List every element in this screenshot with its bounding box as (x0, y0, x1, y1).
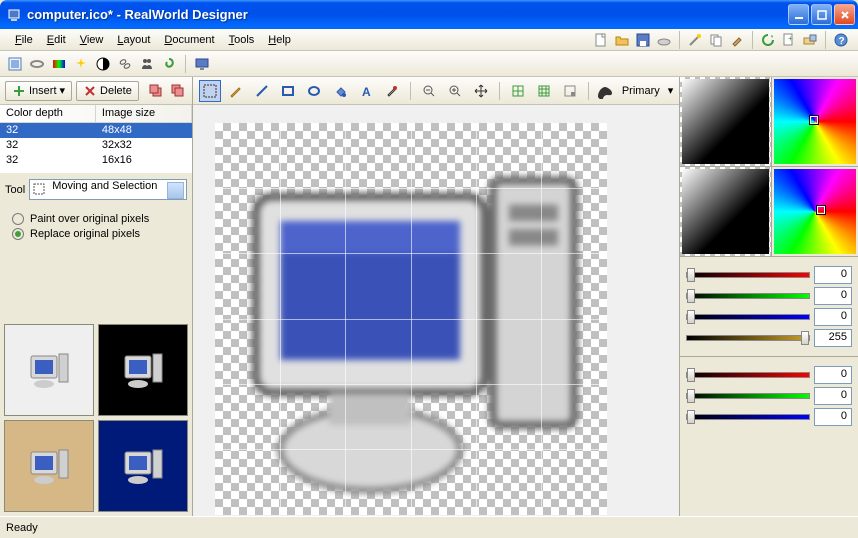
menu-edit[interactable]: Edit (40, 32, 73, 48)
icon-list-header: Color depth Image size (0, 105, 192, 123)
list-row[interactable]: 32 16x16 (0, 153, 192, 168)
svg-text:?: ? (839, 36, 845, 47)
move-tool[interactable] (470, 80, 492, 102)
slider-alpha[interactable]: 255 (686, 329, 852, 347)
text-tool[interactable]: A (355, 80, 377, 102)
copy-icon[interactable] (707, 31, 725, 49)
col-color-depth[interactable]: Color depth (0, 105, 96, 122)
slider-blue[interactable]: 0 (686, 308, 852, 326)
save-icon[interactable] (634, 31, 652, 49)
send-back-icon[interactable] (169, 82, 187, 100)
tool-label: Tool (5, 184, 25, 196)
insert-button[interactable]: Insert ▾ (5, 81, 72, 101)
bring-front-icon[interactable] (147, 82, 165, 100)
grid3-tool[interactable] (559, 80, 581, 102)
titlebar: computer.ico* - RealWorld Designer (0, 0, 858, 29)
open-icon[interactable] (613, 31, 631, 49)
canvas[interactable] (215, 123, 607, 515)
delete-button[interactable]: Delete (76, 81, 139, 101)
primary-hue-picker[interactable] (772, 77, 858, 166)
fx-spark-icon[interactable] (72, 55, 90, 73)
primary-alpha-picker[interactable] (680, 77, 772, 166)
menu-document[interactable]: Document (157, 32, 221, 48)
canvas-wrap[interactable] (193, 105, 679, 516)
help-icon[interactable]: ? (832, 31, 850, 49)
slider-green[interactable]: 0 (686, 287, 852, 305)
app-icon (7, 7, 23, 23)
maximize-button[interactable] (811, 4, 832, 25)
radio-icon (12, 228, 24, 240)
minimize-button[interactable] (788, 4, 809, 25)
menu-file[interactable]: File (8, 32, 40, 48)
picker-tool[interactable] (381, 80, 403, 102)
fx-monitor-icon[interactable] (193, 55, 211, 73)
statusbar: Ready (0, 516, 858, 538)
preview-black[interactable] (98, 324, 188, 416)
fx-swirl-icon[interactable] (160, 55, 178, 73)
zoom-out-tool[interactable] (418, 80, 440, 102)
slider-red-2[interactable]: 0 (686, 366, 852, 384)
radio-icon (12, 213, 24, 225)
radio-replace[interactable]: Replace original pixels (12, 228, 180, 240)
radio-paint-over[interactable]: Paint over original pixels (12, 213, 180, 225)
preview-tan[interactable] (4, 420, 94, 512)
menu-help[interactable]: Help (261, 32, 298, 48)
svg-text:A: A (362, 85, 371, 98)
menubar: File Edit View Layout Document Tools Hel… (0, 29, 858, 51)
menu-tools[interactable]: Tools (222, 32, 262, 48)
svg-text:+: + (788, 34, 793, 43)
secondary-alpha-picker[interactable] (680, 167, 772, 256)
close-button[interactable] (834, 4, 855, 25)
doc-plus-icon[interactable]: + (780, 31, 798, 49)
primary-label[interactable]: Primary (618, 85, 664, 97)
pencil-tool[interactable] (225, 80, 247, 102)
slider-blue-2[interactable]: 0 (686, 408, 852, 426)
slider-group-2: 0 0 0 (680, 357, 858, 435)
primary-color-icon[interactable] (596, 82, 614, 100)
secondary-hue-picker[interactable] (772, 167, 858, 256)
col-image-size[interactable]: Image size (96, 105, 192, 122)
fx-link-icon[interactable] (116, 55, 134, 73)
left-panel: Insert ▾ Delete Color depth Image size 3… (0, 77, 193, 516)
preview-navy[interactable] (98, 420, 188, 512)
fill-tool[interactable] (329, 80, 351, 102)
slider-green-2[interactable]: 0 (686, 387, 852, 405)
icon-list[interactable]: 32 48x48 32 32x32 32 16x16 (0, 123, 192, 173)
status-text: Ready (6, 522, 852, 534)
grid2-tool[interactable] (533, 80, 555, 102)
preview-white[interactable] (4, 324, 94, 416)
ellipse-tool[interactable] (303, 80, 325, 102)
fx-ring-icon[interactable] (28, 55, 46, 73)
zoom-in-tool[interactable] (444, 80, 466, 102)
menu-view[interactable]: View (73, 32, 111, 48)
refresh-icon[interactable] (759, 31, 777, 49)
window-title: computer.ico* - RealWorld Designer (27, 7, 788, 22)
fx-edge-icon[interactable] (6, 55, 24, 73)
settings-icon[interactable] (801, 31, 819, 49)
fx-contrast-icon[interactable] (94, 55, 112, 73)
fx-people-icon[interactable] (138, 55, 156, 73)
slider-group-1: 0 0 0 255 (680, 257, 858, 357)
grid1-tool[interactable] (507, 80, 529, 102)
menu-layout[interactable]: Layout (110, 32, 157, 48)
right-panel: 0 0 0 255 0 0 0 (680, 77, 858, 516)
fx-gradient-icon[interactable] (50, 55, 68, 73)
line-tool[interactable] (251, 80, 273, 102)
rect-tool[interactable] (277, 80, 299, 102)
brush-icon[interactable] (728, 31, 746, 49)
wand-icon[interactable] (686, 31, 704, 49)
canvas-toolbar: A Primary▾ (193, 77, 679, 105)
select-tool[interactable] (199, 80, 221, 102)
list-row[interactable]: 32 48x48 (0, 123, 192, 138)
slider-red[interactable]: 0 (686, 266, 852, 284)
tool-select[interactable]: Moving and Selection (29, 179, 187, 200)
new-icon[interactable] (592, 31, 610, 49)
scanner-icon[interactable] (655, 31, 673, 49)
list-row[interactable]: 32 32x32 (0, 138, 192, 153)
top-toolbar (0, 51, 858, 77)
